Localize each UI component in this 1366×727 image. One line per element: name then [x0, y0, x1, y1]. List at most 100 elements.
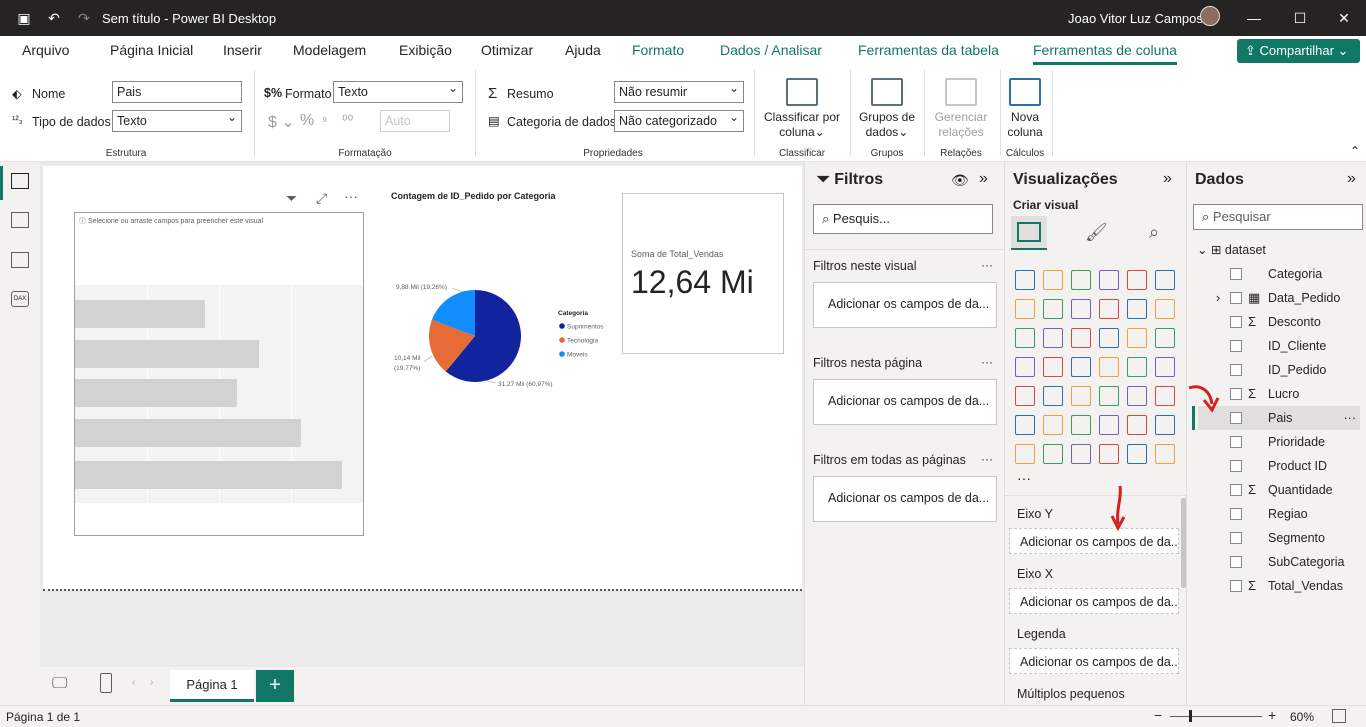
visual-type-icon[interactable] [1071, 357, 1091, 377]
eixo-x-well[interactable]: Adicionar os campos de da... [1009, 588, 1179, 614]
add-page-button[interactable]: + [256, 670, 294, 702]
visual-type-icon[interactable] [1127, 299, 1147, 319]
visual-type-icon[interactable] [1043, 270, 1063, 290]
data-groups-button[interactable]: Grupos de dados⌄ [856, 78, 918, 140]
dax-query-icon[interactable]: DAX [11, 291, 29, 307]
section-more-icon[interactable]: ··· [981, 355, 993, 369]
visual-type-icon[interactable] [1127, 415, 1147, 435]
percent-icon[interactable]: % [300, 112, 314, 130]
more-visuals-icon[interactable]: ··· [1017, 470, 1031, 486]
field-item[interactable]: Product ID [1198, 454, 1360, 478]
zoom-in-icon[interactable]: + [1268, 707, 1276, 723]
visual-type-icon[interactable] [1155, 386, 1175, 406]
nome-input[interactable]: Pais [112, 81, 242, 103]
field-item[interactable]: Categoria [1198, 262, 1360, 286]
page-tab[interactable]: Página 1 [170, 670, 254, 702]
field-checkbox[interactable] [1230, 412, 1242, 424]
report-view-icon[interactable] [11, 173, 29, 189]
collapse-filters-icon[interactable]: » [979, 170, 988, 188]
visual-type-icon[interactable] [1071, 328, 1091, 348]
save-icon[interactable]: ▣ [14, 8, 34, 28]
share-button[interactable]: ⇪ Compartilhar ⌄ [1237, 39, 1360, 63]
field-checkbox[interactable] [1230, 364, 1242, 376]
table-view-icon[interactable] [11, 212, 29, 228]
tab-arquivo[interactable]: Arquivo [22, 42, 69, 58]
visual-type-icon[interactable] [1099, 415, 1119, 435]
tab-dados-analisar[interactable]: Dados / Analisar [720, 42, 822, 58]
visual-type-icon[interactable] [1155, 299, 1175, 319]
visual-type-icon[interactable] [1071, 444, 1091, 464]
zoom-slider-thumb[interactable] [1189, 710, 1192, 722]
field-checkbox[interactable] [1230, 580, 1242, 592]
avatar[interactable] [1200, 6, 1220, 26]
build-visual-tab[interactable] [1011, 216, 1047, 250]
comma-icon[interactable]: ⁹ [322, 114, 327, 128]
field-checkbox[interactable] [1230, 292, 1242, 304]
visual-type-icon[interactable] [1127, 386, 1147, 406]
field-item[interactable]: Σ Quantidade [1198, 478, 1360, 502]
visual-type-icon[interactable] [1071, 386, 1091, 406]
section-more-icon[interactable]: ··· [981, 452, 993, 466]
decimal-icon[interactable]: ⁰⁰ [342, 112, 353, 129]
collapse-viz-icon[interactable]: » [1163, 170, 1172, 188]
tab-ferramentas-coluna[interactable]: Ferramentas de coluna [1033, 42, 1177, 65]
field-more-icon[interactable]: ··· [1344, 406, 1357, 430]
next-page-icon[interactable]: › [150, 677, 153, 688]
pie-chart[interactable]: 31,27 Mil (60,97%) 10,14 Mil (19,77%) 9,88 … [380, 270, 620, 400]
maximize-icon[interactable]: ☐ [1288, 8, 1312, 28]
visual-type-icon[interactable] [1015, 444, 1035, 464]
tab-otimizar[interactable]: Otimizar [481, 42, 533, 58]
field-item[interactable]: Regiao [1198, 502, 1360, 526]
visual-type-icon[interactable] [1043, 444, 1063, 464]
collapse-data-icon[interactable]: » [1347, 170, 1356, 188]
field-checkbox[interactable] [1230, 532, 1242, 544]
new-column-button[interactable]: Nova coluna [1002, 78, 1048, 140]
visual-type-icon[interactable] [1127, 270, 1147, 290]
visual-type-icon[interactable] [1043, 386, 1063, 406]
desktop-layout-icon[interactable]: 🖵 [52, 675, 67, 693]
resumo-dropdown[interactable]: Não resumir [614, 81, 744, 103]
field-checkbox[interactable] [1230, 484, 1242, 496]
mobile-layout-icon[interactable] [100, 673, 112, 693]
analytics-icon[interactable]: ⌕ [1149, 222, 1159, 243]
field-item[interactable]: Segmento [1198, 526, 1360, 550]
tipo-dropdown[interactable]: Texto [112, 110, 242, 132]
eixo-y-well[interactable]: Adicionar os campos de da... [1009, 528, 1179, 554]
card-visual[interactable]: Soma de Total_Vendas 12,64 Mi [622, 193, 784, 354]
sort-by-column-button[interactable]: Classificar por coluna⌄ [760, 78, 844, 140]
field-item[interactable]: ID_Pedido [1198, 358, 1360, 382]
tab-modelagem[interactable]: Modelagem [293, 42, 366, 58]
filters-visual-well[interactable]: Adicionar os campos de da... [813, 282, 997, 328]
tab-ajuda[interactable]: Ajuda [565, 42, 601, 58]
format-visual-icon[interactable]: 🖌 [1085, 222, 1108, 243]
more-options-icon[interactable]: ··· [344, 188, 358, 204]
field-checkbox[interactable] [1230, 436, 1242, 448]
visual-type-icon[interactable] [1015, 299, 1035, 319]
dataset-node[interactable]: ⌄ ⊞ dataset [1197, 242, 1266, 257]
categoria-dropdown[interactable]: Não categorizado [614, 110, 744, 132]
field-checkbox[interactable] [1230, 316, 1242, 328]
field-checkbox[interactable] [1230, 508, 1242, 520]
model-view-icon[interactable] [11, 252, 29, 268]
focus-mode-icon[interactable]: ⤢ [316, 190, 327, 207]
zoom-out-icon[interactable]: − [1154, 707, 1162, 723]
visual-type-icon[interactable] [1155, 270, 1175, 290]
manage-relationships-button[interactable]: Gerenciar relações [928, 78, 994, 140]
visual-type-icon[interactable] [1099, 386, 1119, 406]
visual-type-icon[interactable] [1155, 444, 1175, 464]
visual-type-icon[interactable] [1043, 328, 1063, 348]
filter-visual-icon[interactable]: ⏷ [286, 190, 297, 207]
field-checkbox[interactable] [1230, 388, 1242, 400]
field-item[interactable]: Σ Desconto [1198, 310, 1360, 334]
zoom-slider[interactable] [1170, 716, 1262, 717]
visual-type-icon[interactable] [1043, 415, 1063, 435]
tab-ferramentas-tabela[interactable]: Ferramentas da tabela [858, 42, 999, 58]
field-item[interactable]: Σ Total_Vendas [1198, 574, 1360, 598]
field-item[interactable]: Σ Lucro [1198, 382, 1360, 406]
user-name[interactable]: Joao Vitor Luz Campos [1068, 11, 1203, 26]
visual-type-icon[interactable] [1015, 328, 1035, 348]
currency-icon[interactable]: $ ⌄ [268, 112, 295, 132]
zoom-level[interactable]: 60% [1290, 710, 1314, 724]
visual-type-icon[interactable] [1155, 357, 1175, 377]
visual-type-icon[interactable] [1127, 444, 1147, 464]
